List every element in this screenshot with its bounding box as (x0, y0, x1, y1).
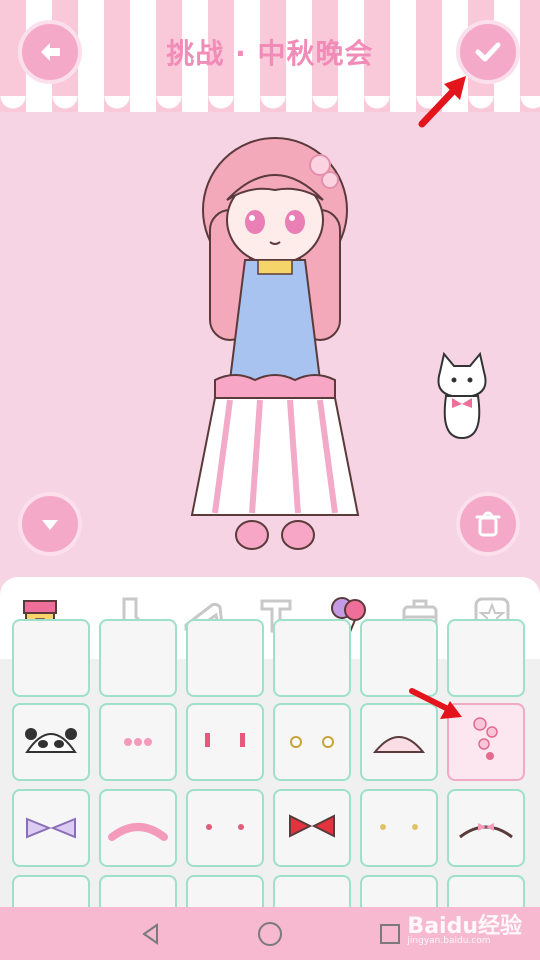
nav-home-icon (258, 922, 282, 946)
grid-item-pink-headband-bow[interactable] (447, 789, 525, 867)
trash-icon (475, 511, 501, 537)
item-panel (0, 577, 540, 907)
baidu-watermark: Baidu经验 jingyan.baidu.com (407, 908, 522, 946)
grid-item[interactable] (186, 619, 264, 697)
collapse-button[interactable] (18, 492, 82, 556)
annotation-arrow (409, 688, 462, 719)
grid-item[interactable] (186, 875, 264, 907)
sakura-hairpin-icon (473, 717, 498, 760)
chevron-down-icon (42, 520, 58, 530)
character-doll (190, 137, 360, 550)
bow-icon (289, 814, 335, 838)
grid-item-red-studs[interactable] (186, 789, 264, 867)
flower-clip-icon (124, 738, 152, 746)
delete-button[interactable] (456, 492, 520, 556)
grid-item[interactable] (447, 875, 525, 907)
panda-hood-icon (25, 728, 77, 753)
back-arrow-icon (41, 43, 60, 61)
grid-item-pink-headband[interactable] (99, 789, 177, 867)
item-grid (0, 619, 540, 907)
checkmark-icon (475, 42, 501, 62)
grid-item-gold-earrings[interactable] (273, 703, 351, 781)
cat-pet (437, 352, 487, 440)
annotation-arrow (418, 76, 466, 128)
headband-icon (108, 823, 168, 841)
nav-back-icon (142, 923, 158, 945)
grid-item[interactable] (12, 619, 90, 697)
grid-item[interactable] (99, 619, 177, 697)
nav-recent-button[interactable] (375, 919, 405, 949)
grid-item[interactable] (99, 875, 177, 907)
grid-item[interactable] (360, 875, 438, 907)
grid-item-red-earrings[interactable] (186, 703, 264, 781)
headband-icon (459, 823, 513, 839)
earrings-icon (290, 736, 334, 748)
grid-item-purple-bow[interactable] (12, 789, 90, 867)
grid-item[interactable] (12, 875, 90, 907)
nav-back-button[interactable] (136, 919, 166, 949)
grid-item-panda-hood[interactable] (12, 703, 90, 781)
bow-icon (26, 817, 76, 839)
grid-item-flower-clip[interactable] (99, 703, 177, 781)
grid-item[interactable] (273, 875, 351, 907)
grid-item-gold-studs[interactable] (360, 789, 438, 867)
earrings-icon (380, 824, 418, 830)
hat-icon (372, 736, 426, 753)
grid-item-red-bow[interactable] (273, 789, 351, 867)
back-button[interactable] (18, 20, 82, 84)
nav-home-button[interactable] (255, 919, 285, 949)
grid-item[interactable] (273, 619, 351, 697)
nav-recent-icon (380, 924, 400, 944)
earrings-icon (205, 733, 245, 747)
earrings-icon (206, 824, 244, 830)
dressup-stage: 挑战 · 中秋晚会 (0, 0, 540, 580)
